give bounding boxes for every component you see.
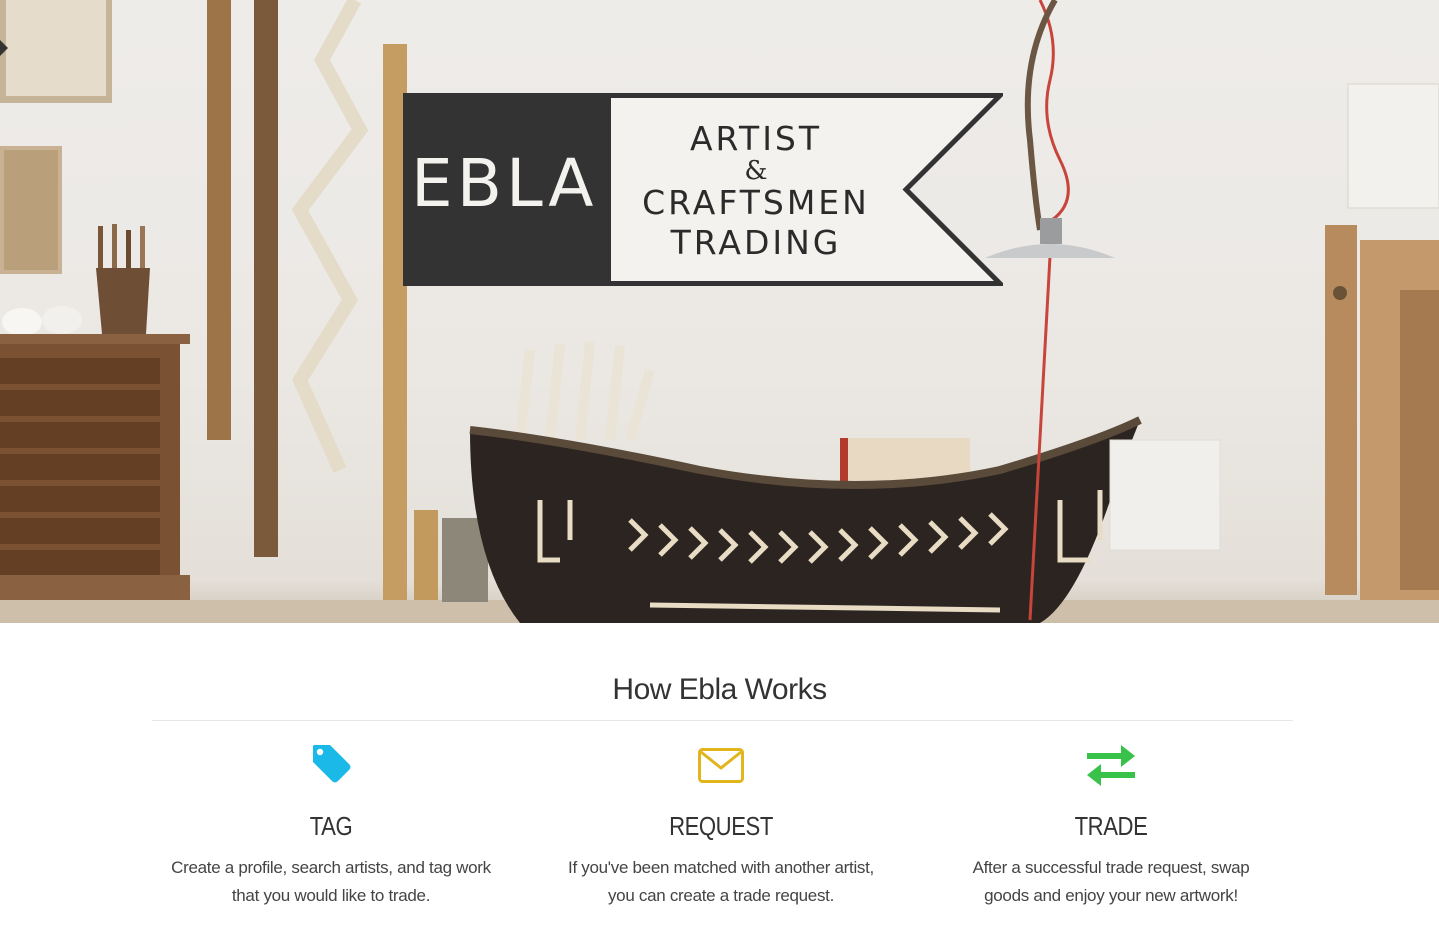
step-request: REQUEST If you've been matched with anot… (556, 743, 886, 910)
logo-tagline-ampersand: & (744, 156, 768, 186)
section-divider (152, 720, 1293, 721)
ebla-logo-banner[interactable]: EBLA ARTIST & CRAFTSMEN TRADING (403, 93, 1003, 286)
section-title: How Ebla Works (612, 673, 827, 706)
step-title-request: REQUEST (669, 811, 773, 841)
step-title-tag: TAG (309, 811, 353, 841)
hero-banner: EBLA ARTIST & CRAFTSMEN TRADING (0, 0, 1439, 623)
logo-brand-block: EBLA (403, 93, 606, 286)
logo-tagline-line2: CRAFTSMEN (642, 183, 870, 222)
step-title-trade: TRADE (1074, 811, 1148, 841)
step-text-tag: Create a profile, search artists, and ta… (171, 858, 491, 905)
logo-tagline-line1: ARTIST (689, 119, 823, 158)
logo-tagline: ARTIST & CRAFTSMEN TRADING (611, 119, 901, 263)
step-text-request: If you've been matched with another arti… (568, 858, 874, 905)
logo-brand-text: EBLA (411, 145, 598, 222)
step-text-trade: After a successful trade request, swap g… (972, 858, 1250, 905)
how-it-works-section: How Ebla Works TAG Create a profile, sea… (0, 623, 1439, 952)
step-trade: TRADE After a successful trade request, … (946, 743, 1276, 910)
step-tag: TAG Create a profile, search artists, an… (166, 743, 496, 910)
tag-icon (301, 743, 361, 789)
envelope-icon (691, 743, 751, 789)
logo-tagline-line3: TRADING (670, 223, 842, 262)
exchange-arrows-icon (1081, 743, 1141, 789)
